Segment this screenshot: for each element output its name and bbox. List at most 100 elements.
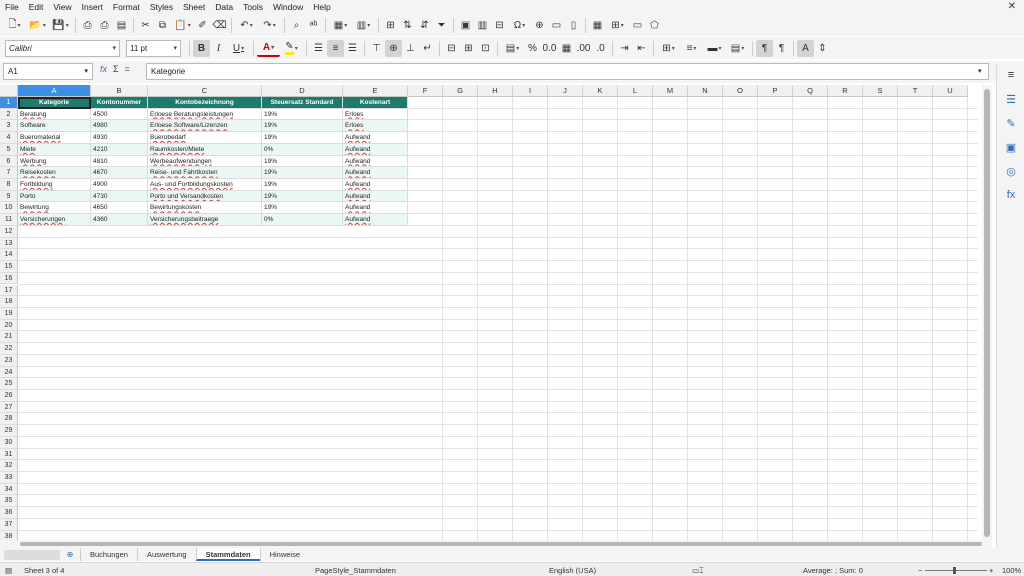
table-cell[interactable]: Beratung <box>18 108 91 121</box>
properties-icon[interactable]: ☰ <box>997 87 1024 111</box>
row-header[interactable]: 31 <box>0 448 18 461</box>
horizontal-scrollbar[interactable] <box>0 540 992 548</box>
status-zoom[interactable]: 100% <box>1002 566 1021 575</box>
row-icon[interactable]: ▦ <box>329 17 352 34</box>
add-decimal-icon[interactable]: .00 <box>575 40 592 57</box>
menu-item-help[interactable]: Help <box>308 2 335 12</box>
table-cell[interactable]: Software <box>18 120 91 133</box>
row-header[interactable]: 4 <box>0 132 18 144</box>
bold-button[interactable]: B <box>193 39 210 57</box>
table-cell[interactable]: Aufwand <box>343 190 408 203</box>
row-header[interactable]: 16 <box>0 272 18 285</box>
table-cell[interactable]: Buerobedarf <box>148 132 262 144</box>
row-header[interactable]: 34 <box>0 483 18 496</box>
formula-icon[interactable]: = <box>125 64 130 74</box>
pivot-icon[interactable]: ⊟ <box>491 17 508 34</box>
zoom-out-icon[interactable]: − <box>918 566 922 575</box>
wrap-icon[interactable]: A <box>797 39 814 57</box>
align-left-icon[interactable]: ☰ <box>310 40 327 57</box>
table-cell[interactable]: 4360 <box>91 214 148 226</box>
zoom-slider-knob[interactable] <box>953 567 956 574</box>
column-header-r[interactable]: R <box>828 85 863 97</box>
row-header[interactable]: 21 <box>0 331 18 344</box>
column-header-g[interactable]: G <box>443 85 478 97</box>
row-header[interactable]: 9 <box>0 190 18 203</box>
borders-icon[interactable]: ⊞ <box>657 40 680 57</box>
align-center-icon[interactable]: ≡ <box>327 39 344 57</box>
table-cell[interactable]: Bewirtung <box>18 202 91 215</box>
gallery-icon[interactable]: ▣ <box>997 135 1024 159</box>
functions-icon[interactable]: fx <box>997 183 1024 207</box>
ltr-icon[interactable]: ¶ <box>756 39 773 57</box>
table-cell[interactable]: 4210 <box>91 143 148 156</box>
column-header-i[interactable]: I <box>513 85 548 97</box>
open-icon[interactable]: 📂 <box>26 17 49 34</box>
table-cell[interactable]: Reisekosten <box>18 167 91 179</box>
underline-button[interactable]: U <box>227 40 250 57</box>
table-cell[interactable]: Bueromaterial <box>18 132 91 144</box>
table-cell[interactable]: Erloes <box>343 108 408 121</box>
spreadsheet-grid[interactable]: A B C D E F G H I J K L M N O P Q R S T U 1 2 3 4 5 6 7 8 9 10 11 12 13 14… <box>0 85 980 540</box>
row-header[interactable]: 25 <box>0 378 18 390</box>
table-cell[interactable]: 4730 <box>91 190 148 203</box>
row-header[interactable]: 6 <box>0 155 18 168</box>
column-header-n[interactable]: N <box>688 85 723 97</box>
print-icon[interactable]: ⎙ <box>96 17 113 34</box>
column-header-a[interactable]: A <box>18 85 91 97</box>
image-icon[interactable]: ▣ <box>457 17 474 34</box>
column-header-u[interactable]: U <box>933 85 968 97</box>
chevron-down-icon[interactable]: ▾ <box>84 67 88 75</box>
table-header-cell[interactable]: Kontobezeichnung <box>148 97 262 109</box>
row-header[interactable]: 1 <box>0 97 18 109</box>
formula-input[interactable]: Kategorie <box>146 63 989 80</box>
font-name-combo[interactable]: Calibri ▾ <box>5 39 120 57</box>
export-pdf-icon[interactable]: ⎙ <box>79 17 96 34</box>
row-header[interactable]: 3 <box>0 120 18 133</box>
table-cell[interactable]: Aufwand <box>343 214 408 226</box>
row-header[interactable]: 2 <box>0 108 18 121</box>
column-header-s[interactable]: S <box>863 85 898 97</box>
table-cell[interactable]: Aufwand <box>343 132 408 144</box>
zoom-in-icon[interactable]: + <box>989 566 993 575</box>
menu-item-view[interactable]: View <box>48 2 76 12</box>
pivot-table-icon[interactable]: ⊞ <box>382 17 399 34</box>
table-cell[interactable]: 4900 <box>91 179 148 191</box>
increase-indent-icon[interactable]: ⇥ <box>616 40 633 57</box>
menu-item-tools[interactable]: Tools <box>238 2 268 12</box>
sheet-tab-stammdaten[interactable]: Stammdaten <box>195 548 260 561</box>
row-header[interactable]: 18 <box>0 296 18 308</box>
column-header-c[interactable]: C <box>148 85 262 97</box>
table-cell[interactable]: 4980 <box>91 120 148 133</box>
row-header[interactable]: 23 <box>0 354 18 367</box>
name-box[interactable]: A1 ▾ <box>3 63 93 80</box>
close-document-icon[interactable]: ✕ <box>1008 1 1016 12</box>
table-cell[interactable]: Bewirtungskosten <box>148 202 262 215</box>
table-cell[interactable]: Erloese Software/Lizenzen <box>148 120 262 133</box>
table-cell[interactable]: 19% <box>262 120 343 133</box>
horizontal-scroll-thumb[interactable] <box>20 542 982 546</box>
table-cell[interactable]: 19% <box>262 202 343 215</box>
vertical-scrollbar[interactable] <box>982 85 992 540</box>
table-cell[interactable]: 0% <box>262 143 343 156</box>
column-header-b[interactable]: B <box>91 85 148 97</box>
table-header-cell[interactable]: Steuersatz Standard <box>262 97 343 109</box>
row-header[interactable]: 26 <box>0 390 18 402</box>
italic-button[interactable]: I <box>210 40 227 57</box>
show-draw-functions-icon[interactable]: ⬠ <box>646 17 663 34</box>
cut-icon[interactable]: ✂ <box>137 17 154 34</box>
expand-formula-icon[interactable]: ▾ <box>978 67 982 75</box>
align-middle-icon[interactable]: ⊕ <box>385 39 402 57</box>
status-language[interactable]: English (USA) <box>549 566 596 575</box>
number-format-icon[interactable]: ▤ <box>501 40 524 57</box>
font-size-combo[interactable]: 11 pt ▾ <box>126 39 181 57</box>
column-header-d[interactable]: D <box>262 85 343 97</box>
table-header-cell[interactable]: Kontonummer <box>91 97 148 109</box>
align-top-icon[interactable]: ⊤ <box>368 40 385 57</box>
column-icon[interactable]: ▥ <box>352 17 375 34</box>
row-header[interactable]: 13 <box>0 237 18 250</box>
percent-icon[interactable]: % <box>524 40 541 57</box>
table-cell[interactable]: Versicherungsbeitraege <box>148 214 262 226</box>
date-icon[interactable]: ▦ <box>558 40 575 57</box>
highlight-color-button[interactable]: ✎ <box>280 40 303 57</box>
menu-item-data[interactable]: Data <box>210 2 238 12</box>
